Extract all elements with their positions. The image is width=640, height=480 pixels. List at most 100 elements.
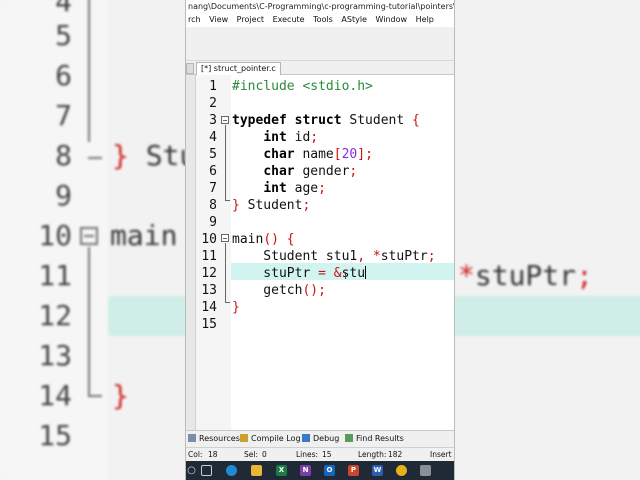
zoomed-code-line-8: } Stu [112, 139, 185, 172]
tab-debug[interactable]: Debug [300, 431, 342, 447]
powerpoint-icon[interactable]: P [348, 465, 359, 476]
bottom-panel-tabs: Resources Compile Log Debug Find Results [186, 430, 454, 447]
menu-item-astyle[interactable]: AStyle [339, 13, 371, 27]
zoomed-line-number: 14 [38, 379, 72, 412]
zoomed-line-number: 13 [38, 339, 72, 372]
line-number: 3 [209, 113, 217, 128]
line-number: 12 [201, 266, 217, 281]
zoomed-current-line-highlight [455, 296, 640, 336]
zoomed-line-number: 6 [55, 59, 72, 92]
line-number: 13 [201, 283, 217, 298]
code-line-1: #include <stdio.h> [232, 79, 373, 94]
excel-icon[interactable]: X [276, 465, 287, 476]
status-mode: Insert [430, 450, 452, 459]
onenote-icon[interactable]: N [300, 465, 311, 476]
fold-line [225, 243, 226, 302]
zoomed-line-number: 7 [55, 99, 72, 132]
line-number: 15 [201, 317, 217, 332]
code-line-6: char gender; [263, 164, 358, 179]
menu-item-window[interactable]: Window [374, 13, 412, 27]
file-explorer-icon[interactable] [251, 465, 262, 476]
code-line-5: char name[20]; [263, 147, 373, 162]
zoomed-code-line-10: main [110, 219, 178, 252]
tab-debug-label: Debug [313, 434, 340, 443]
fold-toggle-icon[interactable] [221, 234, 229, 242]
line-number: 1 [209, 79, 217, 94]
status-bar: Col: 18 Sel: 0 Lines: 15 Length: 182 Ins… [186, 447, 454, 461]
task-view-icon[interactable] [201, 465, 212, 476]
zoomed-line-number: 5 [55, 19, 72, 52]
status-sel-label: Sel: [244, 450, 258, 459]
status-col-label: Col: [188, 450, 203, 459]
find-results-icon [345, 434, 353, 442]
line-number: 14 [201, 300, 217, 315]
search-icon[interactable]: ○ [186, 465, 197, 476]
editor-left-margin [186, 75, 196, 430]
outlook-icon[interactable]: O [324, 465, 335, 476]
line-number: 6 [209, 164, 217, 179]
code-editor[interactable]: 1 2 3 4 5 6 7 8 9 10 11 12 13 14 15 #inc… [186, 75, 454, 430]
menu-item-project[interactable]: Project [235, 13, 268, 27]
code-line-4: int id; [263, 130, 319, 145]
status-lines-value: 15 [322, 450, 332, 459]
zoomed-line-number: 15 [38, 419, 72, 452]
fold-branch [225, 200, 230, 201]
tab-compile-log[interactable]: Compile Log [238, 431, 304, 447]
line-number: 4 [209, 130, 217, 145]
status-length-value: 182 [388, 450, 403, 459]
zoomed-fold-line [88, 0, 90, 142]
zoomed-fold-line [88, 247, 90, 395]
tab-find-results-label: Find Results [356, 434, 404, 443]
zoomed-code-line-14: } [112, 379, 129, 412]
code-line-11: Student stu1, *stuPtr; [232, 249, 436, 264]
status-col-value: 18 [208, 450, 218, 459]
code-line-13: getch(); [232, 283, 326, 298]
zoomed-editor-background-right: *stuPtr; [455, 0, 640, 480]
tab-struct-pointer[interactable]: [*] struct_pointer.c [196, 62, 281, 75]
text-caret [365, 266, 367, 279]
code-line-14: } [232, 300, 240, 315]
tab-compile-log-label: Compile Log [251, 434, 301, 443]
tab-resources[interactable]: Resources [186, 431, 243, 447]
zoomed-fold-toggle-icon [80, 227, 98, 245]
menu-item-search[interactable]: rch [186, 13, 205, 27]
status-length-label: Length: [358, 450, 387, 459]
menu-item-view[interactable]: View [207, 13, 232, 27]
code-line-10: main() { [232, 232, 295, 247]
code-line-8: } Student; [232, 198, 311, 213]
window-title: nang\Documents\C-Programming\c-programmi… [186, 0, 454, 13]
line-number: 7 [209, 181, 217, 196]
menu-item-help[interactable]: Help [414, 13, 438, 27]
zoomed-line-number: 10 [38, 219, 72, 252]
devcpp-icon[interactable] [420, 465, 431, 476]
line-number: 9 [209, 215, 217, 230]
toolbar [186, 27, 454, 61]
tab-resources-label: Resources [199, 434, 240, 443]
tab-find-results[interactable]: Find Results [343, 431, 407, 447]
compile-log-icon [240, 434, 248, 442]
status-lines-label: Lines: [296, 450, 319, 459]
line-number: 11 [201, 249, 217, 264]
editor-tab-bar: [*] struct_pointer.c [186, 61, 454, 75]
fold-toggle-icon[interactable] [221, 116, 229, 124]
zoomed-line-number: 12 [38, 299, 72, 332]
edge-icon[interactable] [226, 465, 237, 476]
line-number: 2 [209, 96, 217, 111]
menu-item-tools[interactable]: Tools [311, 13, 337, 27]
zoomed-line-number: 8 [55, 139, 72, 172]
word-icon[interactable]: W [372, 465, 383, 476]
chrome-icon[interactable] [396, 465, 407, 476]
zoomed-line-number: 9 [55, 179, 72, 212]
zoomed-line-number: 11 [38, 259, 72, 292]
windows-taskbar: ○ X N O P W [186, 461, 454, 480]
zoomed-current-line-highlight [108, 296, 185, 336]
menu-item-execute[interactable]: Execute [271, 13, 309, 27]
tab-scroll-left-button[interactable] [186, 63, 194, 74]
resources-icon [188, 434, 196, 442]
line-number: 10 [201, 232, 217, 247]
zoomed-code-line-11: *stuPtr; [458, 259, 593, 292]
zoomed-fold-branch [88, 395, 102, 397]
menu-bar: rch View Project Execute Tools AStyle Wi… [186, 13, 454, 27]
line-number: 5 [209, 147, 217, 162]
code-line-7: int age; [263, 181, 326, 196]
